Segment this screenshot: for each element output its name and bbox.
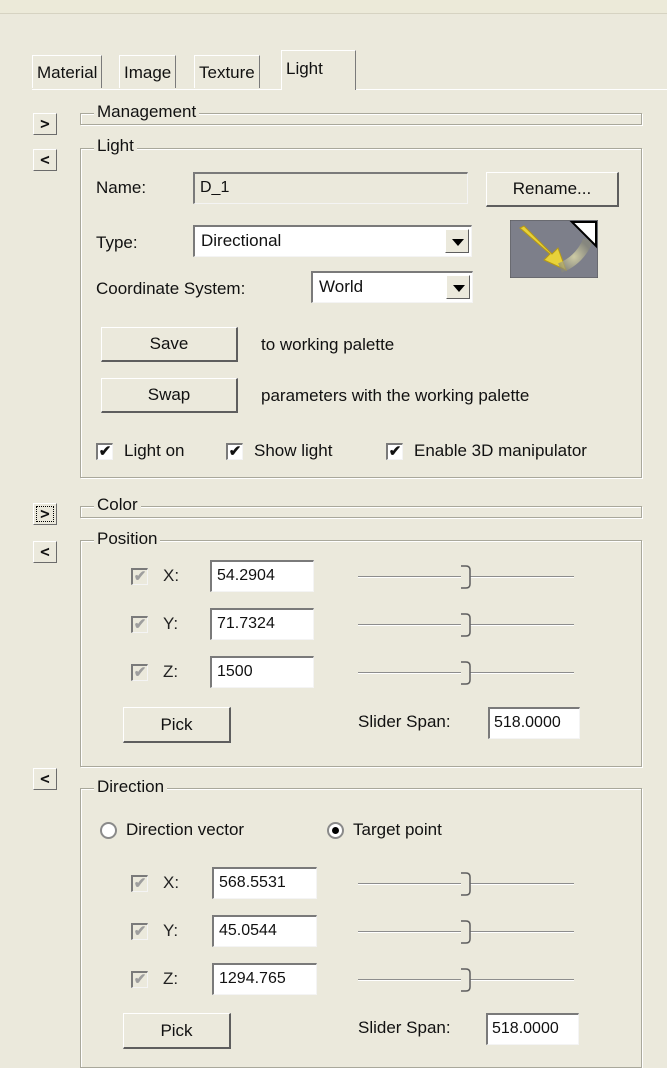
coordinate-system-value: World — [319, 277, 364, 296]
coordinate-system-select[interactable]: World — [311, 271, 473, 303]
top-edge — [0, 0, 667, 14]
tab-image[interactable]: Image — [119, 55, 177, 88]
show-light-label[interactable]: Show light — [254, 441, 332, 461]
direction-z-checkbox[interactable]: ✔ — [131, 971, 148, 988]
type-select-value: Directional — [201, 231, 282, 250]
position-y-label: Y: — [163, 614, 179, 633]
light-on-checkbox[interactable]: ✔ — [96, 443, 113, 460]
direction-slider-span-label: Slider Span: — [358, 1018, 451, 1037]
direction-z-slider[interactable] — [358, 968, 574, 992]
save-button[interactable]: Save — [101, 327, 238, 362]
chevron-down-icon[interactable] — [446, 275, 470, 299]
direction-y-field[interactable]: 45.0544 — [212, 915, 317, 947]
position-z-slider[interactable] — [358, 661, 574, 685]
position-z-field[interactable]: 1500 — [210, 656, 314, 688]
collapse-position-button[interactable]: < — [33, 541, 57, 563]
direction-y-slider[interactable] — [358, 920, 574, 944]
tab-material[interactable]: Material — [32, 55, 103, 88]
direction-x-label: X: — [163, 873, 180, 892]
position-x-field[interactable]: 54.2904 — [210, 560, 314, 592]
name-field[interactable]: D_1 — [193, 172, 468, 204]
direction-slider-span-field[interactable]: 518.0000 — [486, 1013, 579, 1045]
save-description: to working palette — [261, 335, 395, 354]
tab-light[interactable]: Light — [281, 50, 356, 90]
direction-x-slider[interactable] — [358, 872, 574, 896]
direction-z-label: Z: — [163, 969, 179, 988]
name-label: Name: — [96, 178, 147, 197]
enable-3d-manipulator-label[interactable]: Enable 3D manipulator — [414, 441, 587, 461]
slider-thumb[interactable] — [460, 565, 472, 589]
rename-button[interactable]: Rename... — [486, 172, 619, 207]
collapse-direction-button[interactable]: < — [33, 768, 57, 790]
direction-x-checkbox[interactable]: ✔ — [131, 875, 148, 892]
slider-thumb[interactable] — [460, 920, 472, 944]
direction-vector-radio[interactable] — [100, 822, 117, 839]
coordinate-system-label: Coordinate System: — [96, 279, 246, 298]
collapse-light-button[interactable]: < — [33, 149, 57, 171]
light-title: Light — [94, 137, 137, 155]
direction-title: Direction — [94, 778, 168, 796]
type-select[interactable]: Directional — [193, 225, 472, 257]
type-label: Type: — [96, 233, 138, 252]
position-slider-span-label: Slider Span: — [358, 712, 451, 731]
swap-button[interactable]: Swap — [101, 378, 238, 413]
position-x-checkbox[interactable]: ✔ — [131, 568, 148, 585]
direction-y-label: Y: — [163, 921, 179, 940]
direction-x-field[interactable]: 568.5531 — [212, 867, 317, 899]
tab-texture[interactable]: Texture — [194, 55, 260, 88]
position-z-label: Z: — [163, 662, 179, 681]
swap-description: parameters with the working palette — [261, 386, 530, 405]
position-y-checkbox[interactable]: ✔ — [131, 616, 148, 633]
direction-vector-label[interactable]: Direction vector — [126, 820, 244, 840]
color-title: Color — [94, 496, 141, 514]
show-light-checkbox[interactable]: ✔ — [226, 443, 243, 460]
direction-pick-button[interactable]: Pick — [123, 1013, 231, 1049]
management-title: Management — [94, 103, 200, 121]
position-slider-span-field[interactable]: 518.0000 — [488, 707, 580, 739]
target-point-radio[interactable] — [327, 822, 344, 839]
direction-y-checkbox[interactable]: ✔ — [131, 923, 148, 940]
direction-z-field[interactable]: 1294.765 — [212, 963, 317, 995]
light-on-label[interactable]: Light on — [124, 441, 185, 461]
enable-3d-manipulator-checkbox[interactable]: ✔ — [386, 443, 403, 460]
position-title: Position — [94, 530, 161, 548]
target-point-label[interactable]: Target point — [353, 820, 442, 840]
position-z-checkbox[interactable]: ✔ — [131, 664, 148, 681]
position-x-slider[interactable] — [358, 565, 574, 589]
position-pick-button[interactable]: Pick — [123, 707, 231, 743]
directional-light-icon[interactable] — [509, 219, 599, 279]
slider-thumb[interactable] — [460, 661, 472, 685]
expand-color-button[interactable]: > — [33, 503, 57, 525]
position-y-slider[interactable] — [358, 613, 574, 637]
slider-thumb[interactable] — [460, 968, 472, 992]
slider-thumb[interactable] — [460, 613, 472, 637]
position-x-label: X: — [163, 566, 180, 585]
expand-management-button[interactable]: > — [33, 113, 57, 135]
position-y-field[interactable]: 71.7324 — [210, 608, 314, 640]
slider-thumb[interactable] — [460, 872, 472, 896]
chevron-down-icon[interactable] — [445, 229, 469, 253]
color-group — [80, 506, 642, 518]
